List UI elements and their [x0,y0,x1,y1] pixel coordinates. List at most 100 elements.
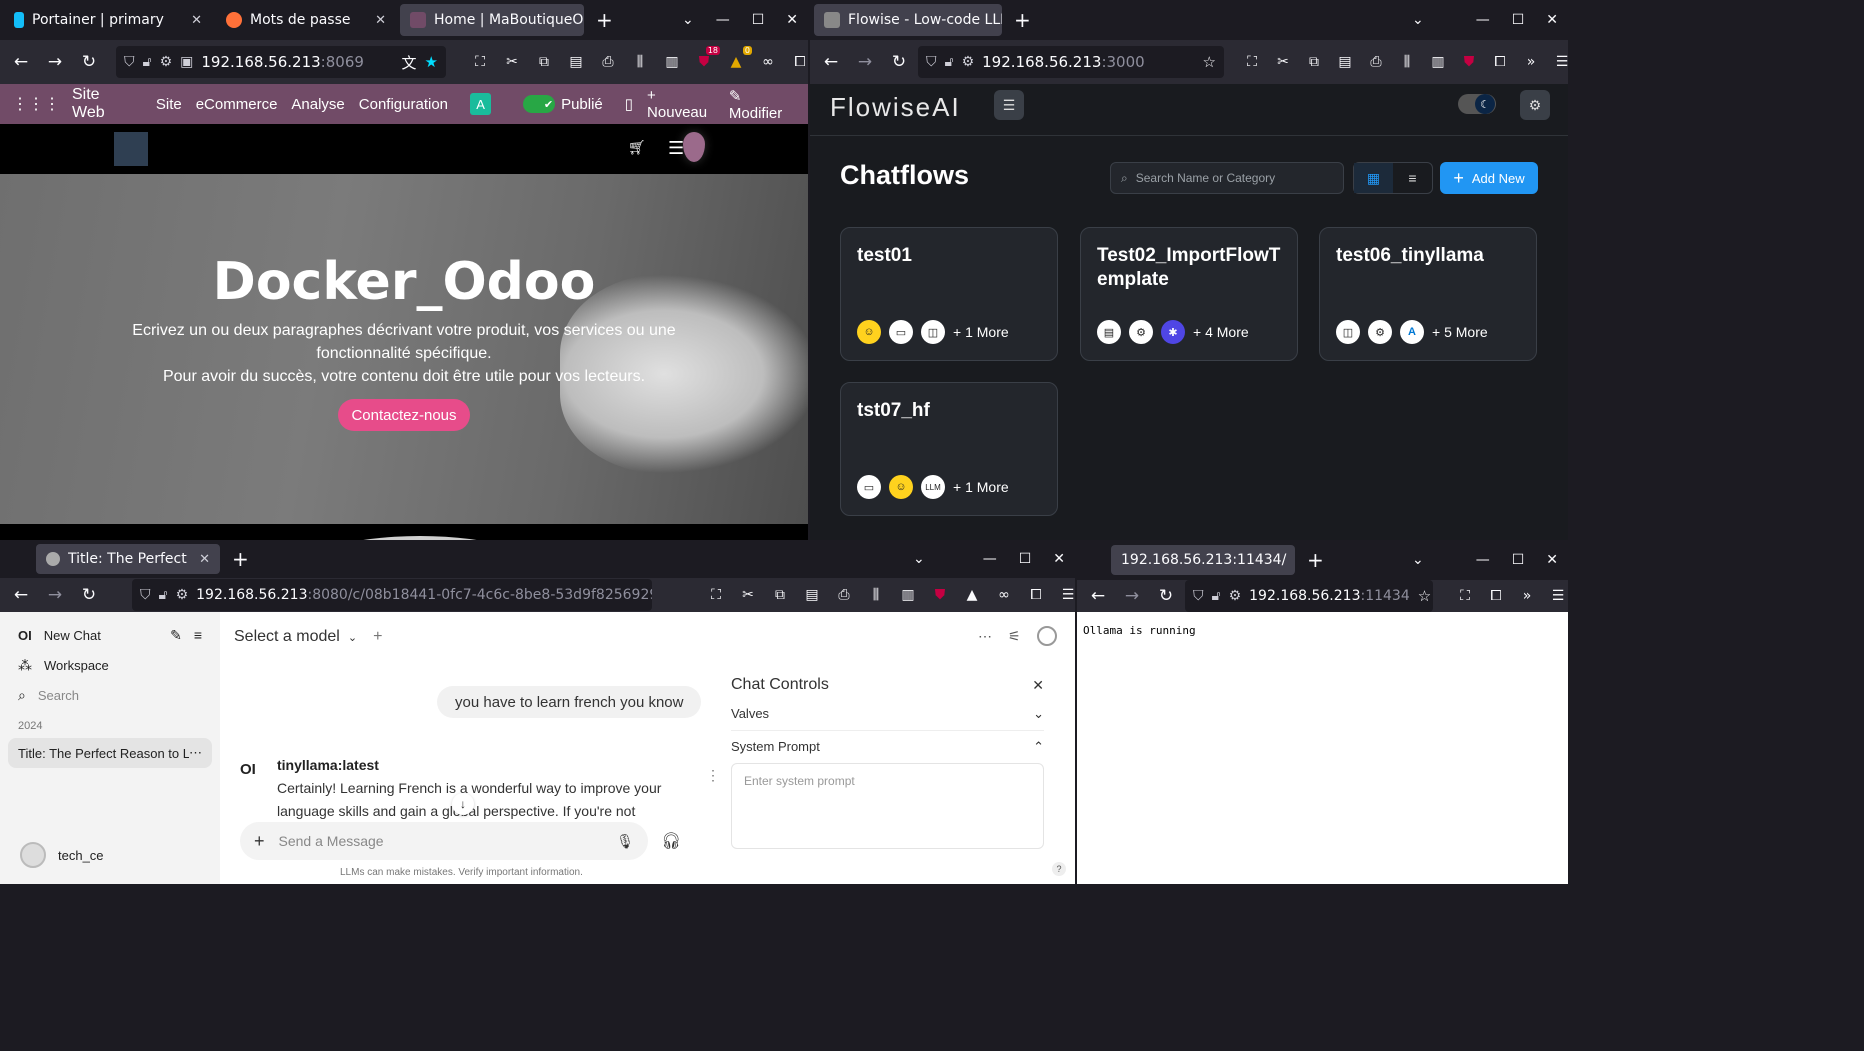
minimize-icon[interactable]: — [716,12,730,28]
close-icon[interactable]: ✕ [1053,551,1065,567]
sidebar-search[interactable]: ⌕ Search [0,680,220,710]
tab-passwords[interactable]: Mots de passe ✕ [216,4,396,36]
tab-flowise[interactable]: Flowise - Low-code LLM a ✕ [814,4,1002,36]
overflow-icon[interactable]: » [1517,586,1537,606]
theme-toggle[interactable]: ☾ [1458,94,1496,114]
ublock-icon[interactable]: ⛊ [930,585,950,605]
menu-configuration[interactable]: Configuration [359,96,448,113]
chatflow-card[interactable]: test06_tinyllama ◫ ⚙ A + 5 More [1319,227,1537,361]
headphones-icon[interactable]: 🎧︎ [661,831,681,851]
list-view-icon[interactable]: ≡ [1393,163,1432,193]
search-input[interactable]: ⌕ Search Name or Category [1110,162,1344,194]
minimize-icon[interactable]: — [1476,12,1490,28]
grid-view-icon[interactable]: ▦ [1354,163,1393,193]
tab-portainer[interactable]: Portainer | primary ✕ [4,4,212,36]
system-prompt-textarea[interactable]: Enter system prompt [731,763,1044,849]
reload-icon[interactable]: ↻ [884,47,914,77]
print-icon[interactable]: ⎙ [834,585,854,605]
chat-list-item[interactable]: Title: The Perfect Reason to L ⋯ [8,738,212,768]
maximize-icon[interactable]: ☐ [1512,552,1525,568]
extensions-icon[interactable]: ⧠ [1490,52,1510,72]
library-icon[interactable]: ⫼ [866,585,886,605]
cart-icon[interactable]: 🛒︎ [628,140,646,156]
menu-analyse[interactable]: Analyse [291,96,344,113]
mobile-preview-icon[interactable]: ▯ [625,95,633,113]
back-icon[interactable]: ← [6,47,36,77]
clipboard-icon[interactable]: ▤ [1335,52,1355,72]
extensions-icon[interactable]: ⧠ [1486,586,1506,606]
overflow-icon[interactable]: » [1521,52,1541,72]
extension-icon[interactable]: ▲ [962,585,982,605]
chatflow-card[interactable]: tst07_hf ▭ ☺ LLM + 1 More [840,382,1058,516]
contact-button[interactable]: Contactez-nous [338,399,470,431]
sidebar-item-workspace[interactable]: ⁂ Workspace [0,650,220,680]
bookmark-star-icon[interactable]: ★ [425,53,438,71]
new-tab-button[interactable]: + [220,547,261,571]
close-icon[interactable]: ✕ [786,12,798,28]
url-bar[interactable]: ⛉ 🔓︎ ⚙ 192.168.56.213:3000 ☆ [918,46,1224,78]
flowise-logo[interactable]: FlowiseAI [830,92,961,123]
forward-icon[interactable]: → [850,47,880,77]
close-icon[interactable]: ✕ [1032,677,1044,694]
hamburger-icon[interactable]: ☰ [668,138,684,159]
maximize-icon[interactable]: ☐ [1512,12,1525,28]
avatar[interactable]: A [470,93,492,115]
mask-icon[interactable]: ∞ [994,585,1014,605]
menu-icon[interactable]: ☰ [1548,586,1568,606]
url-bar[interactable]: ⛉ 🔓︎ ⚙ 192.168.56.213:8080/c/08b18441-0f… [132,579,652,611]
translate-icon[interactable]: 文 [402,52,417,73]
extension-badge-icon[interactable]: ▲ 0 [726,46,752,72]
extensions-icon[interactable]: ⧠ [1026,585,1046,605]
forward-icon[interactable]: → [40,580,70,610]
tab-list-icon[interactable]: ⌄ [1412,12,1424,28]
print-icon[interactable]: ⎙ [1366,52,1386,72]
back-icon[interactable]: ← [1083,581,1113,611]
tab-odoo-home[interactable]: Home | MaBoutiqueOdoo ✕ [400,4,584,36]
sidebar-icon[interactable]: ▥ [898,585,918,605]
close-icon[interactable]: ✕ [199,552,210,567]
reload-icon[interactable]: ↻ [74,47,104,77]
copy-icon[interactable]: ⧉ [534,52,554,72]
odoo-app-name[interactable]: Site Web [72,86,134,122]
menu-icon[interactable]: ☰ [1058,585,1075,605]
tab-open-webui[interactable]: Title: The Perfect Reason ✕ [36,544,220,574]
close-icon[interactable]: ✕ [1546,12,1558,28]
clipboard-icon[interactable]: ▤ [802,585,822,605]
user-profile[interactable]: tech_ce [20,842,104,868]
sidebar-icon[interactable]: ▥ [1428,52,1448,72]
library-icon[interactable]: ⫼ [1397,52,1417,72]
model-selector[interactable]: Select a model ⌄ + [234,628,382,646]
help-icon[interactable]: ? [1052,862,1066,876]
chatflow-card[interactable]: test01 ☺ ▭ ◫ + 1 More [840,227,1058,361]
settings-icon[interactable]: ⚙ [1520,90,1550,120]
plus-icon[interactable]: + [254,831,265,852]
screenshot-icon[interactable]: ⛶ [470,52,490,72]
screenshot-icon[interactable]: ⛶ [1242,52,1262,72]
edit-icon[interactable]: ✎ [170,627,182,644]
reload-icon[interactable]: ↻ [1151,581,1181,611]
url-bar[interactable]: ⛉ 🔓︎ ⚙ 192.168.56.213:11434 ☆ [1185,580,1433,612]
url-bar[interactable]: ⛉ 🔓︎ ⚙ ▣ 192.168.56.213:8069 文 ★ [116,46,446,78]
add-new-button[interactable]: + Add New [1440,162,1538,194]
valves-row[interactable]: Valves ⌄ [731,706,1044,731]
reload-icon[interactable]: ↻ [74,580,104,610]
more-options-icon[interactable]: ⋯ [189,745,202,761]
new-tab-button[interactable]: + [1002,8,1043,32]
ublock-icon[interactable]: ⛊ [1459,52,1479,72]
tab-ollama[interactable]: 192.168.56.213:11434/ ✕ [1111,545,1295,575]
publish-toggle[interactable]: ✔ Publié [523,95,603,113]
print-icon[interactable]: ⎙ [598,52,618,72]
tab-list-icon[interactable]: ⌄ [682,12,694,28]
chatflow-card[interactable]: Test02_ImportFlowTemplate ▤ ⚙ ✱ + 4 More [1080,227,1298,361]
new-button[interactable]: + Nouveau [647,87,717,121]
bookmark-star-icon[interactable]: ☆ [1418,587,1431,605]
menu-site[interactable]: Site [156,96,182,113]
close-icon[interactable]: ✕ [191,13,202,28]
mask-icon[interactable]: ∞ [758,52,778,72]
cut-icon[interactable]: ✂ [738,585,758,605]
back-icon[interactable]: ← [816,47,846,77]
system-prompt-row[interactable]: System Prompt ⌃ [731,739,1044,755]
minimize-icon[interactable]: — [983,551,997,567]
maximize-icon[interactable]: ☐ [752,12,765,28]
library-icon[interactable]: ⫼ [630,52,650,72]
